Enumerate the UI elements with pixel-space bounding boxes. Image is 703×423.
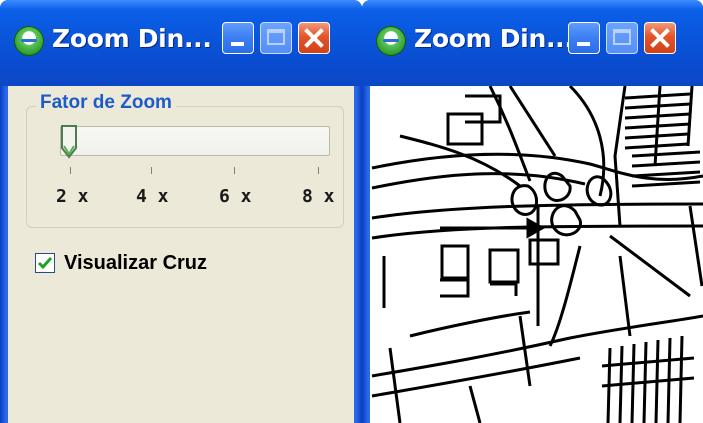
maximize-icon (267, 29, 285, 45)
close-button[interactable] (298, 22, 330, 54)
maximize-icon (613, 29, 631, 45)
window-title: Zoom Din... (414, 24, 574, 53)
show-cross-label[interactable]: Visualizar Cruz (64, 252, 207, 275)
slider-tick (318, 167, 319, 174)
tick-label-6x: 6 x (219, 186, 252, 207)
title-bar[interactable]: Zoom Din... (0, 0, 362, 86)
magnified-map[interactable] (370, 86, 703, 423)
minimize-icon (231, 42, 244, 46)
checkmark-icon (37, 257, 53, 270)
maximize-button[interactable] (260, 22, 292, 54)
zoom-slider-thumb[interactable] (60, 124, 80, 160)
show-cross-checkbox[interactable] (35, 253, 55, 273)
close-button[interactable] (644, 22, 676, 54)
slider-tick (70, 167, 71, 174)
minimize-icon (577, 42, 590, 46)
window-title: Zoom Din... (52, 24, 212, 53)
title-bar[interactable]: Zoom Din... (362, 0, 703, 86)
zoom-view-window: Zoom Din... (362, 0, 703, 423)
app-globe-icon (376, 26, 406, 56)
tick-label-8x: 8 x (302, 186, 335, 207)
tick-label-2x: 2 x (56, 186, 89, 207)
slider-tick (234, 167, 235, 174)
close-icon (304, 28, 324, 48)
minimize-button[interactable] (568, 22, 600, 54)
minimize-button[interactable] (222, 22, 254, 54)
app-globe-icon (14, 26, 44, 56)
maximize-button[interactable] (606, 22, 638, 54)
zoom-factor-label: Fator de Zoom (36, 92, 176, 114)
tick-label-4x: 4 x (136, 186, 169, 207)
close-icon (650, 28, 670, 48)
zoom-slider-track[interactable] (60, 126, 330, 156)
slider-tick (151, 167, 152, 174)
